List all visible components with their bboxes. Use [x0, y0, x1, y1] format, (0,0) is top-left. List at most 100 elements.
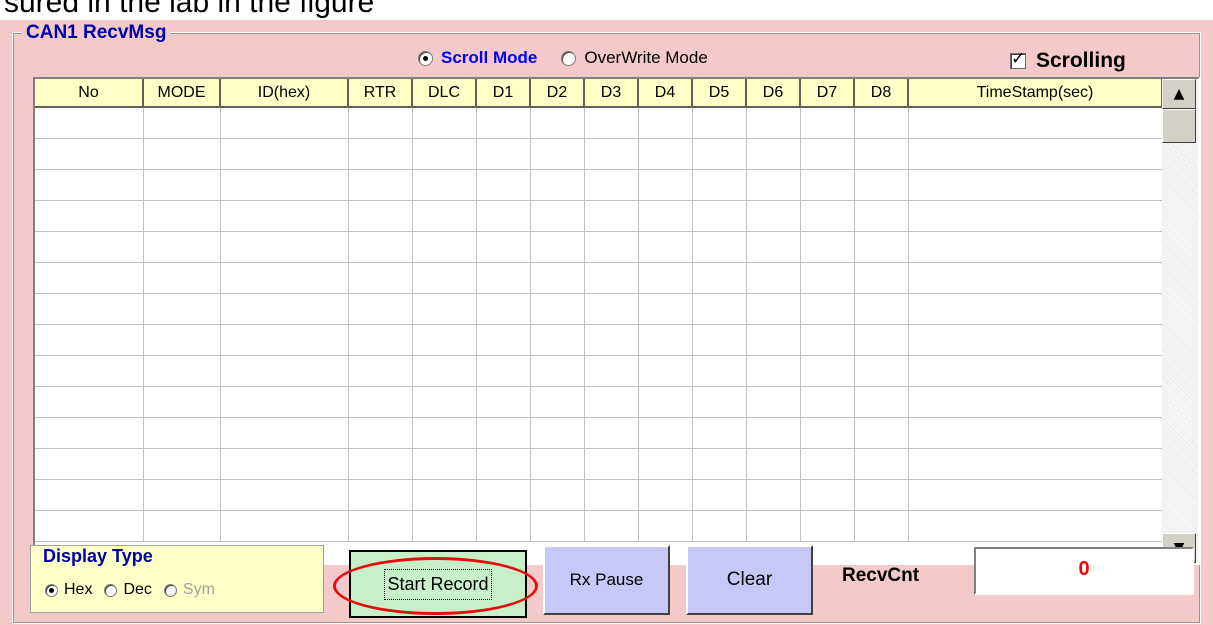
grid-cell — [908, 169, 1163, 201]
grid-cell — [348, 355, 413, 387]
grid-cell — [908, 324, 1163, 356]
table-row[interactable] — [35, 200, 1163, 232]
grid-cell — [220, 417, 349, 449]
grid-cell — [348, 262, 413, 294]
grid-cell — [692, 231, 747, 263]
column-header[interactable]: D7 — [800, 79, 855, 108]
column-header[interactable]: TimeStamp(sec) — [908, 79, 1163, 108]
grid-cell — [530, 417, 585, 449]
hex-radio[interactable] — [45, 583, 58, 597]
rx-pause-button[interactable]: Rx Pause — [543, 545, 670, 615]
column-header[interactable]: MODE — [143, 79, 221, 108]
grid-cell — [584, 386, 639, 418]
display-dec-option[interactable]: Dec — [104, 581, 152, 599]
caption-fragment: sured in the lab in the figure — [4, 0, 375, 19]
grid-cell — [746, 510, 801, 542]
grid-cell — [412, 448, 477, 480]
column-header[interactable]: D2 — [530, 79, 585, 108]
grid-cell — [692, 200, 747, 232]
grid-cell — [692, 262, 747, 294]
overwrite-mode-label[interactable]: OverWrite Mode — [584, 48, 707, 68]
message-grid[interactable]: No MODE ID(hex) RTR DLC D1 D2 D3 D4 D5 D6 D7 D8 TimeS… — [33, 77, 1200, 565]
grid-cell — [746, 200, 801, 232]
clear-button[interactable]: Clear — [686, 545, 813, 615]
table-row[interactable] — [35, 510, 1163, 542]
table-row[interactable] — [35, 386, 1163, 418]
display-type-options: Hex Dec Sym — [45, 581, 227, 599]
hex-label[interactable]: Hex — [64, 581, 92, 599]
table-row[interactable] — [35, 355, 1163, 387]
scroll-thumb[interactable] — [1162, 109, 1196, 143]
grid-cell — [584, 169, 639, 201]
column-header[interactable]: No — [35, 79, 144, 108]
display-hex-option[interactable]: Hex — [45, 581, 92, 599]
grid-cell — [530, 479, 585, 511]
table-row[interactable] — [35, 107, 1163, 139]
grid-cell — [143, 417, 221, 449]
scrolling-checkbox[interactable] — [1010, 49, 1026, 69]
column-header[interactable]: D8 — [854, 79, 909, 108]
dec-radio[interactable] — [104, 583, 118, 597]
grid-cell — [220, 169, 349, 201]
grid-cell — [800, 417, 855, 449]
table-row[interactable] — [35, 448, 1163, 480]
grid-cell — [476, 262, 531, 294]
start-record-button[interactable]: Start Record — [349, 550, 527, 618]
scroll-mode-label[interactable]: Scroll Mode — [441, 48, 537, 68]
grid-cell — [35, 417, 144, 449]
grid-cell — [530, 293, 585, 325]
grid-cell — [143, 293, 221, 325]
grid-cell — [35, 200, 144, 232]
scrolling-checkbox-group[interactable]: Scrolling — [1010, 49, 1126, 73]
column-header[interactable]: D5 — [692, 79, 747, 108]
table-row[interactable] — [35, 479, 1163, 511]
grid-cell — [908, 107, 1163, 139]
grid-cell — [908, 448, 1163, 480]
grid-cell — [348, 138, 413, 170]
grid-cell — [746, 324, 801, 356]
column-header[interactable]: D1 — [476, 79, 531, 108]
column-header[interactable]: D4 — [638, 79, 693, 108]
overwrite-mode-radio[interactable] — [561, 50, 577, 66]
scrolling-label[interactable]: Scrolling — [1036, 49, 1126, 73]
vertical-scrollbar[interactable]: ▲ ▼ — [1162, 79, 1198, 563]
grid-cell — [412, 386, 477, 418]
grid-cell — [908, 417, 1163, 449]
grid-cell — [584, 262, 639, 294]
table-row[interactable] — [35, 138, 1163, 170]
column-header[interactable]: D3 — [584, 79, 639, 108]
grid-cell — [584, 324, 639, 356]
table-row[interactable] — [35, 417, 1163, 449]
table-row[interactable] — [35, 169, 1163, 201]
grid-cell — [412, 293, 477, 325]
grid-cell — [412, 169, 477, 201]
table-row[interactable] — [35, 324, 1163, 356]
table-row[interactable] — [35, 293, 1163, 325]
grid-cell — [854, 138, 909, 170]
grid-cell — [220, 262, 349, 294]
grid-cell — [746, 386, 801, 418]
grid-cell — [746, 448, 801, 480]
scroll-up-button[interactable]: ▲ — [1162, 79, 1196, 109]
table-row[interactable] — [35, 262, 1163, 294]
scroll-mode-radio[interactable] — [418, 50, 433, 66]
column-header[interactable]: D6 — [746, 79, 801, 108]
grid-cell — [476, 355, 531, 387]
column-header[interactable]: ID(hex) — [220, 79, 349, 108]
grid-cell — [476, 200, 531, 232]
column-header[interactable]: RTR — [348, 79, 413, 108]
sym-radio — [163, 583, 177, 597]
grid-cell — [143, 107, 221, 139]
grid-cell — [476, 231, 531, 263]
grid-cell — [854, 107, 909, 139]
grid-cell — [143, 448, 221, 480]
grid-cell — [638, 386, 693, 418]
grid-cell — [35, 355, 144, 387]
column-header[interactable]: DLC — [412, 79, 477, 108]
grid-cell — [348, 324, 413, 356]
grid-cell — [348, 386, 413, 418]
dec-label[interactable]: Dec — [123, 581, 151, 599]
grid-cell — [638, 355, 693, 387]
table-row[interactable] — [35, 231, 1163, 263]
grid-cell — [854, 386, 909, 418]
